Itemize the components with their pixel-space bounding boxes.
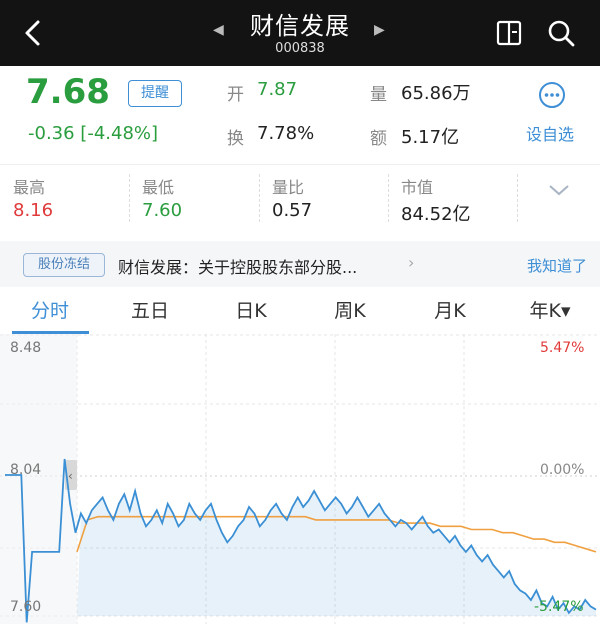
more-options-icon[interactable]: [537, 80, 567, 110]
volume-value: 65.86万: [401, 83, 471, 104]
dismiss-notice-button[interactable]: 我知道了: [527, 255, 587, 276]
pct-axis-bottom-label: -5.47%: [534, 599, 584, 615]
y-axis-mid-label: 8.04: [10, 462, 42, 478]
price-area: [77, 491, 596, 616]
tab-monthly-k[interactable]: 月K: [410, 296, 490, 323]
volume-label: 量: [370, 85, 387, 105]
high-value: 8.16: [13, 200, 54, 221]
intraday-chart[interactable]: ‹ 8.48 8.04 7.60 5.47% 0.00% -5.47%: [0, 334, 600, 624]
header-bar: ◀ 财信发展 000838 ▶: [0, 0, 600, 66]
amount-value: 5.17亿: [401, 127, 460, 148]
open-label: 开: [227, 85, 244, 105]
turnover-value: 7.78%: [257, 123, 315, 144]
separator: [517, 174, 518, 222]
market-cap-value: 84.52亿: [401, 204, 471, 225]
split-view-icon[interactable]: [494, 18, 524, 48]
tab-weekly-k[interactable]: 周K: [310, 296, 390, 323]
tab-five-day[interactable]: 五日: [110, 296, 190, 323]
chart-canvas[interactable]: ‹: [0, 334, 600, 624]
low-label: 最低: [142, 178, 175, 197]
separator: [129, 174, 130, 222]
y-axis-bottom-label: 7.60: [10, 599, 42, 615]
chevron-down-icon[interactable]: [547, 182, 571, 198]
pct-axis-mid-label: 0.00%: [540, 462, 585, 478]
amount-label: 额: [370, 129, 387, 149]
remind-button[interactable]: 提醒: [128, 80, 182, 107]
divider: [0, 164, 600, 165]
next-stock-icon[interactable]: ▶: [374, 22, 385, 38]
high-label: 最高: [13, 178, 46, 197]
volume-ratio-value: 0.57: [272, 200, 313, 221]
open-value: 7.87: [257, 79, 298, 100]
current-price: 7.68: [26, 72, 110, 112]
turnover-label: 换: [227, 129, 244, 149]
market-cap-label: 市值: [401, 178, 434, 197]
notice-text[interactable]: 财信发展：关于控股股东部分股...: [118, 254, 357, 278]
price-change: -0.36 [-4.48%]: [28, 123, 159, 144]
notice-bar[interactable]: 股份冻结 财信发展：关于控股股东部分股... › 我知道了: [0, 241, 600, 287]
y-axis-top-label: 8.48: [10, 340, 42, 356]
notice-tag: 股份冻结: [23, 253, 105, 277]
volume-ratio-label: 量比: [272, 178, 305, 197]
tab-yearly-k[interactable]: 年K▾: [510, 296, 590, 323]
pct-axis-top-label: 5.47%: [540, 340, 585, 356]
add-favorite-button[interactable]: 设自选: [526, 121, 574, 145]
low-value: 7.60: [142, 200, 183, 221]
separator: [259, 174, 260, 222]
tab-daily-k[interactable]: 日K: [211, 296, 291, 323]
chevron-right-icon: ›: [408, 253, 415, 272]
separator: [388, 174, 389, 222]
chevron-left-icon: ‹: [68, 469, 73, 483]
search-icon[interactable]: [546, 18, 576, 48]
tab-intraday[interactable]: 分时: [10, 296, 90, 323]
